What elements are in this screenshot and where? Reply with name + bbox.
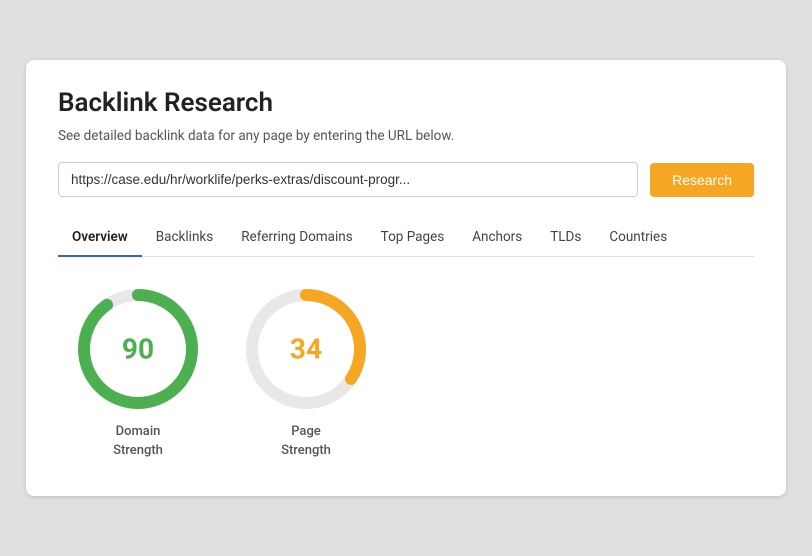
page-strength-circle: 34 bbox=[246, 289, 366, 409]
tab-top-pages[interactable]: Top Pages bbox=[367, 219, 459, 257]
tab-anchors[interactable]: Anchors bbox=[458, 219, 536, 257]
tabs-bar: Overview Backlinks Referring Domains Top… bbox=[58, 219, 754, 257]
search-row: Research bbox=[58, 162, 754, 197]
page-strength-label: PageStrength bbox=[281, 423, 331, 459]
metrics-row: 90 DomainStrength 34 PageStrength bbox=[58, 289, 754, 459]
tab-referring-domains[interactable]: Referring Domains bbox=[227, 219, 366, 257]
tab-tlds[interactable]: TLDs bbox=[536, 219, 595, 257]
domain-strength-value: 90 bbox=[122, 333, 154, 366]
url-input[interactable] bbox=[58, 162, 638, 197]
domain-strength-metric: 90 DomainStrength bbox=[78, 289, 198, 459]
main-card: Backlink Research See detailed backlink … bbox=[26, 60, 786, 495]
research-button[interactable]: Research bbox=[650, 163, 754, 197]
tab-backlinks[interactable]: Backlinks bbox=[142, 219, 228, 257]
page-title: Backlink Research bbox=[58, 88, 754, 118]
tab-overview[interactable]: Overview bbox=[58, 219, 142, 257]
tab-countries[interactable]: Countries bbox=[595, 219, 681, 257]
subtitle: See detailed backlink data for any page … bbox=[58, 128, 754, 144]
page-strength-metric: 34 PageStrength bbox=[246, 289, 366, 459]
page-strength-value: 34 bbox=[290, 333, 322, 366]
domain-strength-circle: 90 bbox=[78, 289, 198, 409]
domain-strength-label: DomainStrength bbox=[113, 423, 163, 459]
